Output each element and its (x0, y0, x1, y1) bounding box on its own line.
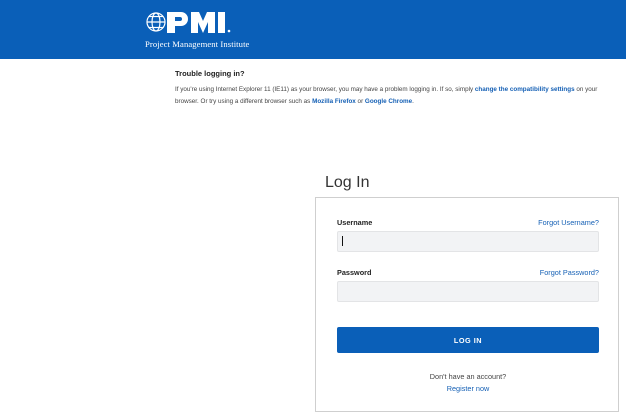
notice-text-part: . (412, 98, 414, 105)
site-header: Project Management Institute (0, 0, 626, 59)
chrome-link[interactable]: Google Chrome (365, 98, 412, 105)
compatibility-settings-link[interactable]: change the compatibility settings (475, 86, 575, 93)
pmi-logo-icon (146, 12, 231, 33)
password-input[interactable] (337, 281, 599, 302)
firefox-link[interactable]: Mozilla Firefox (312, 98, 356, 105)
username-row: Username Forgot Username? (337, 218, 599, 227)
notice-title: Trouble logging in? (175, 69, 245, 78)
pmi-logo[interactable]: Project Management Institute (145, 9, 257, 51)
login-trouble-notice: Trouble logging in? If you're using Inte… (175, 69, 620, 108)
forgot-password-link[interactable]: Forgot Password? (540, 268, 599, 277)
username-label: Username (337, 218, 373, 227)
password-label: Password (337, 268, 372, 277)
username-input[interactable] (337, 231, 599, 252)
forgot-username-link[interactable]: Forgot Username? (538, 218, 599, 227)
login-button[interactable]: LOG IN (337, 327, 599, 353)
logo-subtitle: Project Management Institute (145, 39, 250, 49)
text-caret (342, 236, 343, 246)
notice-text-part: If you're using Internet Explorer 11 (IE… (175, 86, 475, 93)
password-row: Password Forgot Password? (337, 268, 599, 277)
notice-text-part: or (355, 98, 365, 105)
login-title: Log In (325, 174, 370, 191)
register-link[interactable]: Register now (316, 384, 620, 393)
login-form: Username Forgot Username? Password Forgo… (315, 197, 619, 412)
notice-text: If you're using Internet Explorer 11 (IE… (175, 84, 620, 108)
no-account-text: Don't have an account? (429, 372, 507, 381)
